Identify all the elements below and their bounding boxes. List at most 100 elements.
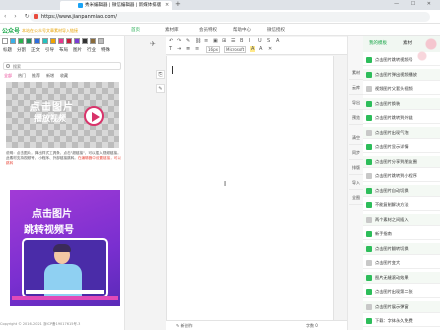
copy-side-button[interactable]: ⎘	[156, 70, 165, 79]
vtab-clear[interactable]: 清空	[349, 131, 363, 145]
vtab-export[interactable]: 导出	[349, 96, 363, 110]
table-icon[interactable]: ⊞	[222, 38, 226, 44]
underline-icon[interactable]: U	[258, 38, 262, 44]
list-item[interactable]: 点击图片显示详情	[363, 141, 440, 153]
cat-industry[interactable]: 行业	[87, 47, 96, 53]
url-text[interactable]: https://www.jianpanmiao.com/	[41, 14, 117, 20]
list-item-label: 两个素材之间插入	[375, 216, 409, 222]
list-item[interactable]: 下载：字体永久免费	[363, 315, 440, 327]
list-item[interactable]: 两个素材之间插入	[363, 213, 440, 226]
swatch-black[interactable]	[82, 38, 88, 44]
material-search-input[interactable]	[13, 64, 113, 69]
align-right-icon[interactable]: ≡	[195, 46, 199, 52]
list-item[interactable]: 点击图片展示弹窗	[363, 300, 440, 313]
heading-icon[interactable]: T	[169, 46, 172, 52]
list-item[interactable]: 点击图片跳转视频号	[363, 54, 440, 66]
redo-icon[interactable]: ↷	[177, 38, 181, 44]
tab-my-templates[interactable]: 我的模板	[369, 40, 387, 46]
site-logo[interactable]: 公众号	[2, 26, 20, 35]
bold-icon[interactable]: B	[240, 38, 243, 44]
new-tab-button[interactable]: +	[175, 0, 181, 8]
list-item[interactable]: 点击图片出现第二张	[363, 286, 440, 298]
image-icon[interactable]: ▣	[213, 38, 218, 44]
subtab-fav[interactable]: 收藏	[60, 73, 68, 79]
cat-layout[interactable]: 布局	[59, 47, 68, 53]
subtab-new[interactable]: 新增	[46, 73, 54, 79]
align-center-icon[interactable]: ≣	[186, 46, 190, 52]
italic-icon[interactable]: I	[249, 38, 250, 44]
vtab-fullimage[interactable]: 全图	[349, 191, 363, 205]
swatch-green[interactable]	[18, 38, 24, 44]
undo-icon[interactable]: ↶	[169, 38, 173, 44]
status-left[interactable]: ✎ 新创作	[176, 323, 193, 329]
swatch-pink[interactable]	[58, 38, 64, 44]
color-icon[interactable]: A	[259, 46, 262, 52]
clear-format-icon[interactable]: ✕	[268, 46, 272, 52]
editor-document[interactable]	[166, 56, 334, 330]
browser-tab[interactable]: 秀米编辑器 | 微信编辑器 | 新媒体排版 ×	[60, 1, 172, 10]
subtab-hot[interactable]: 热门	[18, 73, 26, 79]
close-tab-icon[interactable]: ×	[165, 2, 169, 8]
swatch-brown[interactable]	[90, 38, 96, 44]
material-search[interactable]	[3, 62, 121, 70]
list-item[interactable]: 点击图片跳转到小程序	[363, 170, 440, 182]
vtab-sync[interactable]: 同步	[349, 146, 363, 160]
list-icon[interactable]: ☰	[231, 38, 235, 44]
template-card-channel[interactable]: 点击图片 跳转视频号	[10, 190, 120, 306]
font-size-select[interactable]: 16px	[206, 46, 220, 53]
format-icon[interactable]: A	[276, 38, 279, 44]
list-item[interactable]: 点击图片跳转到外链	[363, 112, 440, 124]
swatch-darkgreen[interactable]	[26, 38, 32, 44]
link-icon[interactable]: ⛓	[195, 38, 201, 44]
window-controls[interactable]: — ☐ ✕	[394, 1, 436, 7]
swatch-purple[interactable]	[74, 38, 80, 44]
topnav-vip[interactable]: 会员特权	[199, 27, 217, 33]
swatch-royal[interactable]	[34, 38, 40, 44]
list-item[interactable]: 图片无缝滚动效果	[363, 271, 440, 284]
indent-icon[interactable]: ⇥	[177, 46, 181, 52]
list-item[interactable]: 点击图片出现气泡	[363, 126, 440, 139]
swatch-teal[interactable]	[42, 38, 48, 44]
url-field[interactable]: https://www.jianpanmiao.com/	[30, 12, 430, 22]
swatch-orange[interactable]	[50, 38, 56, 44]
cat-divider[interactable]: 分割	[17, 47, 26, 53]
cat-body[interactable]: 正文	[31, 47, 40, 53]
list-item[interactable]: 点击图片翻转切换	[363, 242, 440, 255]
align-left-icon[interactable]: ≡	[204, 38, 208, 44]
vtab-cloud[interactable]: 云库	[349, 81, 363, 95]
cat-title[interactable]: 标题	[3, 47, 12, 53]
swatch-white[interactable]	[2, 38, 8, 44]
list-item[interactable]: 点击图片自动切换	[363, 184, 440, 197]
swatch-gray[interactable]	[98, 38, 104, 44]
nav-buttons[interactable]: ‹ › ↻	[4, 13, 33, 20]
list-item[interactable]: 视频图片父套头视频	[363, 83, 440, 95]
subtab-recommend[interactable]: 推荐	[32, 73, 40, 79]
list-item[interactable]: 新手指南	[363, 228, 440, 240]
list-item[interactable]: 不能复制解决方法	[363, 199, 440, 211]
vtab-preview[interactable]: 预览	[349, 111, 363, 125]
font-family-select[interactable]: Microsoft	[224, 46, 247, 53]
swatch-blue[interactable]	[10, 38, 16, 44]
vtab-import[interactable]: 导入	[349, 176, 363, 190]
cat-guide[interactable]: 引导	[45, 47, 54, 53]
cat-special[interactable]: 特殊	[101, 47, 110, 53]
strike-icon[interactable]: S	[267, 38, 270, 44]
list-item[interactable]: 点击图片分享到朋友圈	[363, 155, 440, 168]
topnav-help[interactable]: 帮助中心	[233, 27, 251, 33]
search-icon	[6, 64, 10, 68]
pen-icon[interactable]: ✎	[186, 38, 190, 44]
swatch-red[interactable]	[66, 38, 72, 44]
topnav-materials[interactable]: 素材库	[165, 27, 179, 33]
list-item[interactable]: 点击图片换装	[363, 97, 440, 110]
topnav-wechat-auth[interactable]: 微信授权	[267, 27, 285, 33]
cat-image[interactable]: 图片	[73, 47, 82, 53]
topnav-home[interactable]: 首页	[131, 27, 140, 33]
list-item[interactable]: 点击图片弹出视频播放	[363, 68, 440, 81]
template-card-video[interactable]: 点击图片 播放视频	[6, 82, 119, 148]
list-item[interactable]: 点击图片变大	[363, 257, 440, 269]
subtab-all[interactable]: 全部	[4, 73, 12, 79]
vtab-material[interactable]: 素材	[349, 66, 363, 80]
highlight-icon[interactable]: A	[250, 46, 256, 52]
edit-side-button[interactable]: ✎	[156, 84, 165, 93]
vtab-layout[interactable]: 排版	[349, 161, 363, 175]
